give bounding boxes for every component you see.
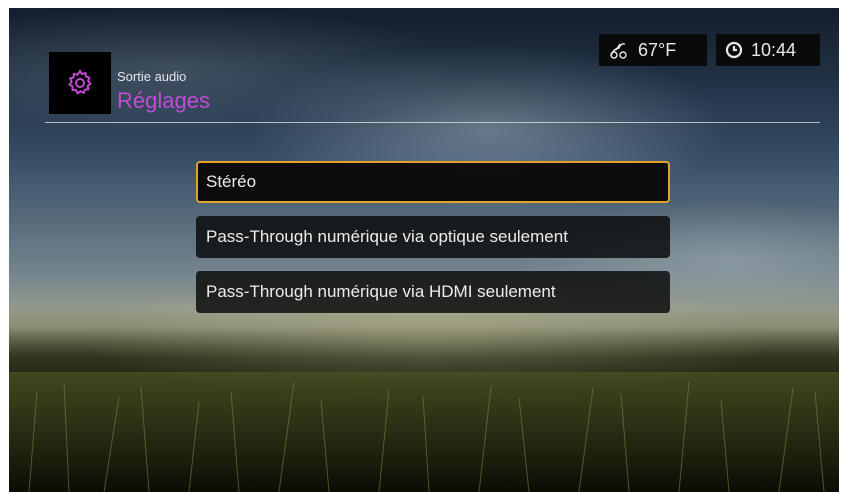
menu-item-label: Stéréo: [206, 172, 257, 191]
time-text: 10:44: [751, 39, 797, 60]
clock-icon: [725, 41, 743, 59]
weather-icon: [610, 43, 627, 59]
grass-field: [9, 372, 839, 492]
menu-item-passthrough-hdmi[interactable]: Pass-Through numérique via HDMI seulemen…: [196, 271, 670, 313]
header-divider: [45, 122, 820, 123]
header-subtitle: Sortie audio: [117, 69, 187, 84]
settings-tile: [49, 52, 111, 114]
clock-widget: 10:44: [716, 34, 820, 66]
menu-item-passthrough-optical[interactable]: Pass-Through numérique via optique seule…: [196, 216, 670, 258]
menu-item-label: Pass-Through numérique via optique seule…: [206, 227, 568, 246]
weather-widget: 67°F: [599, 34, 707, 66]
gear-icon: [68, 69, 92, 95]
menu-item-label: Pass-Through numérique via HDMI seulemen…: [206, 282, 556, 301]
temperature-text: 67°F: [638, 39, 677, 60]
page-title: Réglages: [117, 88, 210, 113]
tv-screen: Sortie audio Réglages 67°F 10:44 Stéréo …: [9, 8, 839, 492]
menu-item-stereo[interactable]: Stéréo: [196, 161, 670, 203]
